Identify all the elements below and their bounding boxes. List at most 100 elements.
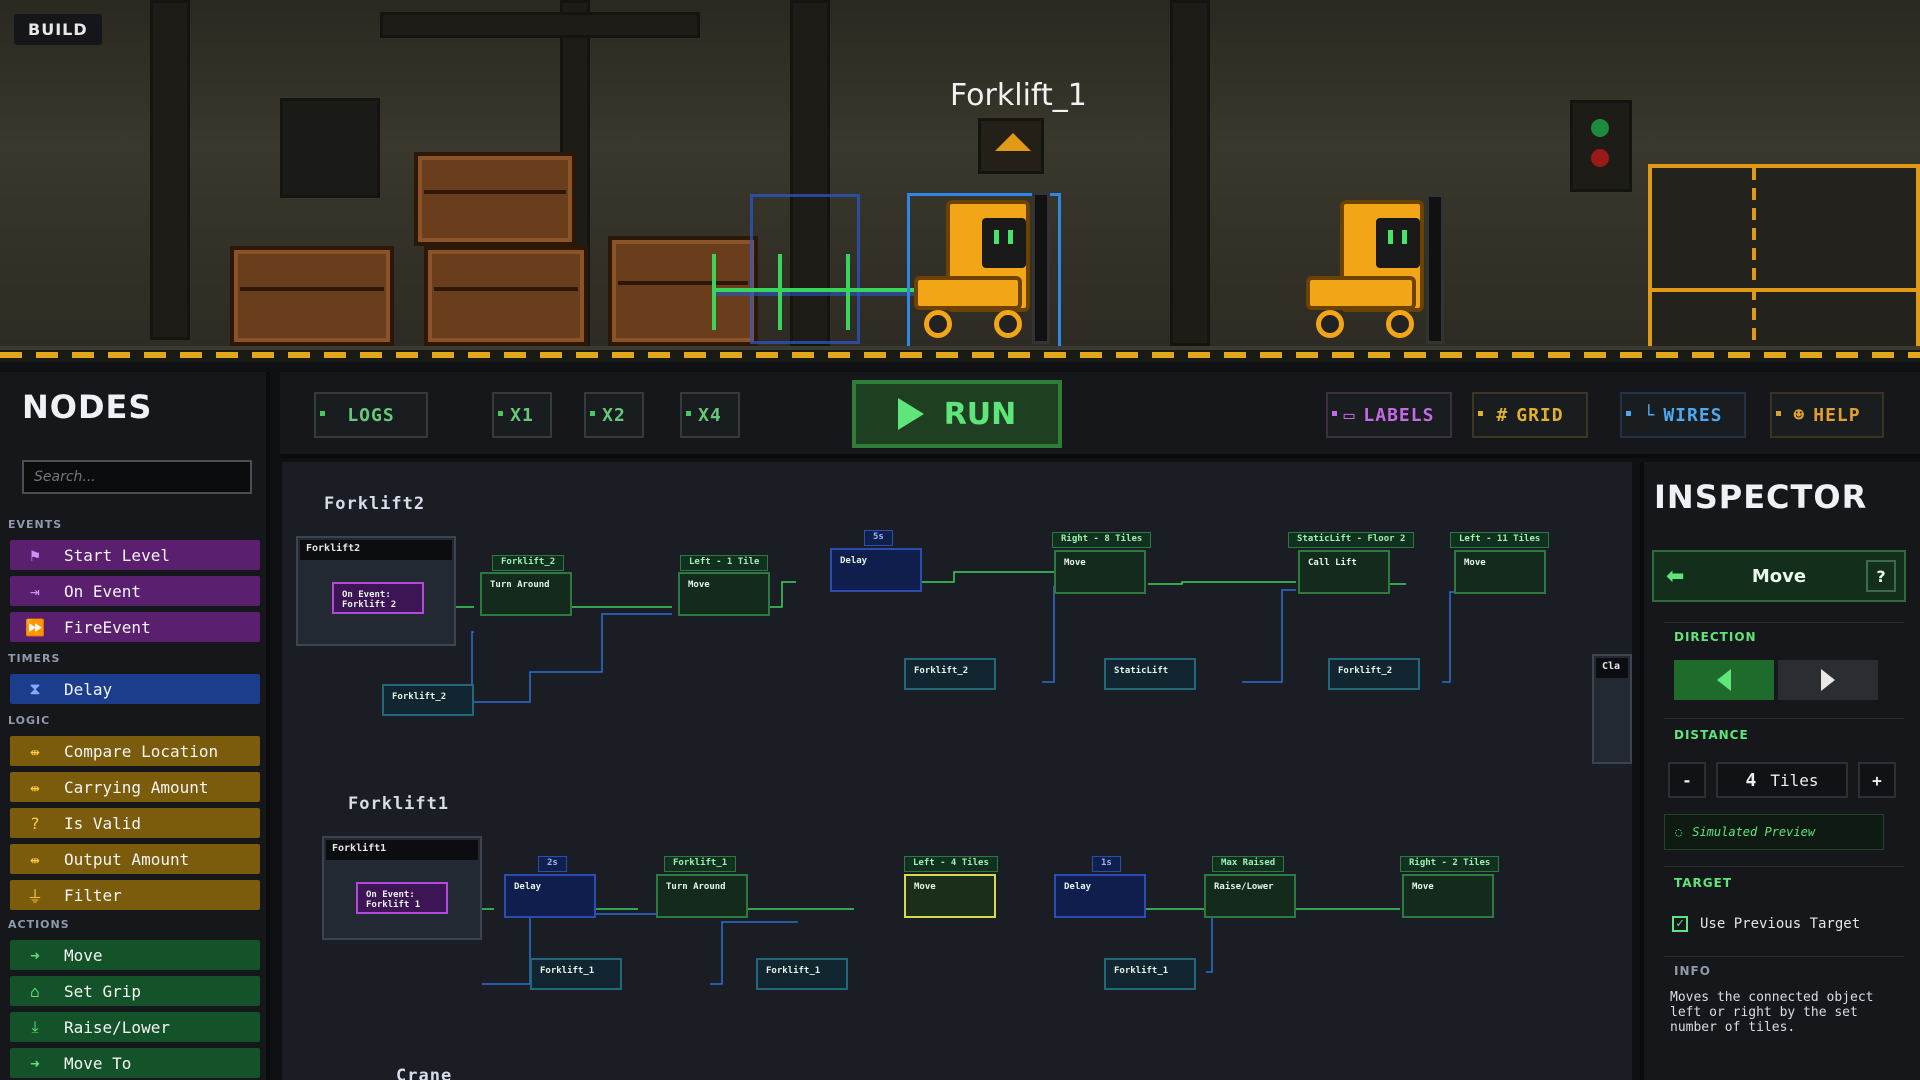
delay-node[interactable]: Delay	[504, 874, 596, 918]
path-preview-tick	[712, 254, 716, 330]
run-button[interactable]: RUN	[852, 380, 1062, 448]
reference-node[interactable]: Forklift_1	[530, 958, 622, 990]
delay-node[interactable]: Delay	[1054, 874, 1146, 918]
section-label: DISTANCE	[1674, 728, 1749, 742]
distance-decrement-button[interactable]: -	[1668, 762, 1706, 798]
turn-around-node[interactable]: Turn Around	[656, 874, 748, 918]
node-start-level[interactable]: ⚑ Start Level	[10, 540, 260, 570]
lightbulb-icon: ◌	[1675, 825, 1683, 839]
wall-pipe	[1170, 0, 1210, 346]
mode-badge: BUILD	[14, 14, 102, 45]
node-param-tag: Right - 2 Tiles	[1400, 856, 1500, 872]
forklift-wheel	[1386, 310, 1414, 338]
crate	[414, 152, 576, 246]
distance-field[interactable]: 4 Tiles	[1716, 762, 1848, 798]
call-lift-node[interactable]: Call Lift	[1298, 550, 1390, 594]
search-input[interactable]	[22, 460, 252, 494]
labels-toggle[interactable]: ▭ LABELS	[1326, 392, 1452, 438]
question-icon: ?	[30, 813, 40, 833]
node-output-amount[interactable]: ⇹ Output Amount	[10, 844, 260, 874]
nodes-sidebar: NODES EVENTS ⚑Start Level ⇥On Event ⏩Fir…	[0, 372, 270, 1080]
node-param-tag: Forklift_2	[492, 555, 565, 571]
crate	[424, 246, 588, 346]
forklift-mast	[1426, 194, 1444, 344]
move-node-selected[interactable]: Move	[904, 874, 996, 918]
group-panel-partial[interactable]: Cla	[1592, 654, 1632, 764]
inspector-panel: INSPECTOR ⬅ Move ? DIRECTION DISTANCE - …	[1640, 462, 1920, 1080]
wires-toggle[interactable]: └ WIRES	[1620, 392, 1746, 438]
reference-node[interactable]: Forklift_1	[756, 958, 848, 990]
crate	[230, 246, 394, 346]
category-label: ACTIONS	[8, 918, 70, 931]
reference-node[interactable]: Forklift_2	[382, 684, 474, 716]
grid-toggle[interactable]: # GRID	[1472, 392, 1588, 438]
section-label: INFO	[1674, 964, 1711, 978]
group-panel-header: Forklift2	[300, 540, 452, 560]
category-label: EVENTS	[8, 518, 63, 531]
move-node[interactable]: Move	[1054, 550, 1146, 594]
reference-node[interactable]: Forklift_2	[904, 658, 996, 690]
event-in-icon: ⇥	[30, 581, 40, 601]
group-panel-header: Forklift1	[326, 840, 478, 860]
raise-lower-node[interactable]: Raise/Lower	[1204, 874, 1296, 918]
category-label: TIMERS	[8, 652, 61, 665]
delay-node[interactable]: Delay	[830, 548, 922, 592]
selected-robot-label: Forklift_1	[950, 78, 1087, 113]
distance-increment-button[interactable]: +	[1858, 762, 1896, 798]
node-carrying-amount[interactable]: ⇹ Carrying Amount	[10, 772, 260, 802]
event-node[interactable]: On Event: Forklift 1	[356, 882, 448, 914]
hazard-stripe	[0, 352, 1920, 358]
direction-left-button[interactable]	[1674, 660, 1774, 700]
node-param-tag: Left - 11 Tiles	[1450, 532, 1550, 548]
move-node[interactable]: Move	[1402, 874, 1494, 918]
game-viewport[interactable]: Forklift_1 BUILD	[0, 0, 1920, 362]
help-button[interactable]: ☻ HELP	[1770, 392, 1884, 438]
grid-icon: #	[1496, 404, 1509, 426]
node-fire-event[interactable]: ⏩ FireEvent	[10, 612, 260, 642]
event-node[interactable]: On Event: Forklift 2	[332, 582, 424, 614]
robot-icon: ☻	[1793, 404, 1806, 426]
move-node[interactable]: Move	[678, 572, 770, 616]
node-graph-canvas[interactable]: Forklift2 Forklift2 On Event: Forklift 2…	[282, 462, 1632, 1080]
triangle-left-icon	[1717, 669, 1731, 691]
node-filter[interactable]: ⏚ Filter	[10, 880, 260, 910]
node-raise-lower[interactable]: ⤓ Raise/Lower	[10, 1012, 260, 1042]
node-is-valid[interactable]: ? Is Valid	[10, 808, 260, 838]
group-title: Forklift1	[348, 794, 450, 814]
node-compare-location[interactable]: ⇹ Compare Location	[10, 736, 260, 766]
turn-around-node[interactable]: Turn Around	[480, 572, 572, 616]
node-delay[interactable]: ⧗ Delay	[10, 674, 260, 704]
sidebar-title: NODES	[22, 388, 153, 426]
group-title: Crane	[396, 1066, 453, 1080]
node-move[interactable]: ➜ Move	[10, 940, 260, 970]
speed-x4-button[interactable]: X4	[680, 392, 740, 438]
wires-layer	[416, 571, 1458, 985]
arrow-right-icon: ➜	[30, 945, 40, 965]
logs-button[interactable]: LOGS	[314, 392, 428, 438]
speed-x2-button[interactable]: X2	[584, 392, 644, 438]
divider	[1664, 866, 1904, 867]
simulated-preview-toggle[interactable]: ◌ Simulated Preview	[1664, 814, 1884, 850]
inspector-node-header: ⬅ Move ?	[1652, 550, 1906, 602]
direction-right-button[interactable]	[1778, 660, 1878, 700]
forklift-selected[interactable]	[907, 192, 1061, 349]
forklift-other[interactable]	[1300, 194, 1448, 346]
node-on-event[interactable]: ⇥ On Event	[10, 576, 260, 606]
forklift-wheel	[994, 310, 1022, 338]
flag-icon: ⚑	[30, 545, 40, 565]
node-param-tag: StaticLift - Floor 2	[1288, 532, 1415, 548]
reference-node[interactable]: StaticLift	[1104, 658, 1196, 690]
forklift-wheel	[1316, 310, 1344, 338]
divider	[1664, 718, 1904, 719]
reference-node[interactable]: Forklift_2	[1328, 658, 1420, 690]
reference-node[interactable]: Forklift_1	[1104, 958, 1196, 990]
speed-x1-button[interactable]: X1	[492, 392, 552, 438]
use-previous-target-checkbox[interactable]: ✓ Use Previous Target	[1672, 916, 1860, 932]
forklift-wheel	[924, 310, 952, 338]
ghost-preview	[750, 194, 860, 344]
node-set-grip[interactable]: ⌂ Set Grip	[10, 976, 260, 1006]
help-button[interactable]: ?	[1866, 560, 1896, 592]
node-move-to[interactable]: ➜ Move To	[10, 1048, 260, 1078]
move-node[interactable]: Move	[1454, 550, 1546, 594]
compare-arrows-icon: ⇹	[30, 741, 40, 761]
